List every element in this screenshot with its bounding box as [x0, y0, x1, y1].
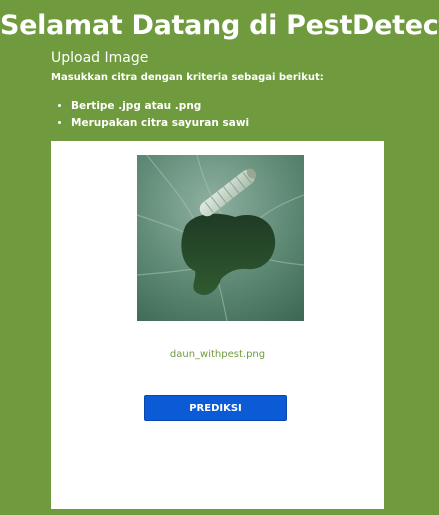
- uploaded-filename: daun_withpest.png: [169, 349, 266, 360]
- upload-image-heading: Upload Image: [51, 50, 149, 66]
- page-title: Selamat Datang di PestDetect: [0, 10, 439, 41]
- upload-card: daun_withpest.png PREDIKSI: [51, 141, 384, 509]
- instructions-text: Masukkan citra dengan kriteria sebagai b…: [51, 72, 324, 83]
- requirement-item: Bertipe .jpg atau .png: [71, 98, 249, 115]
- uploaded-image-preview: [137, 155, 304, 321]
- requirement-item: Merupakan citra sayuran sawi: [71, 115, 249, 132]
- predict-button[interactable]: PREDIKSI: [144, 395, 287, 421]
- requirements-list: Bertipe .jpg atau .png Merupakan citra s…: [51, 98, 249, 132]
